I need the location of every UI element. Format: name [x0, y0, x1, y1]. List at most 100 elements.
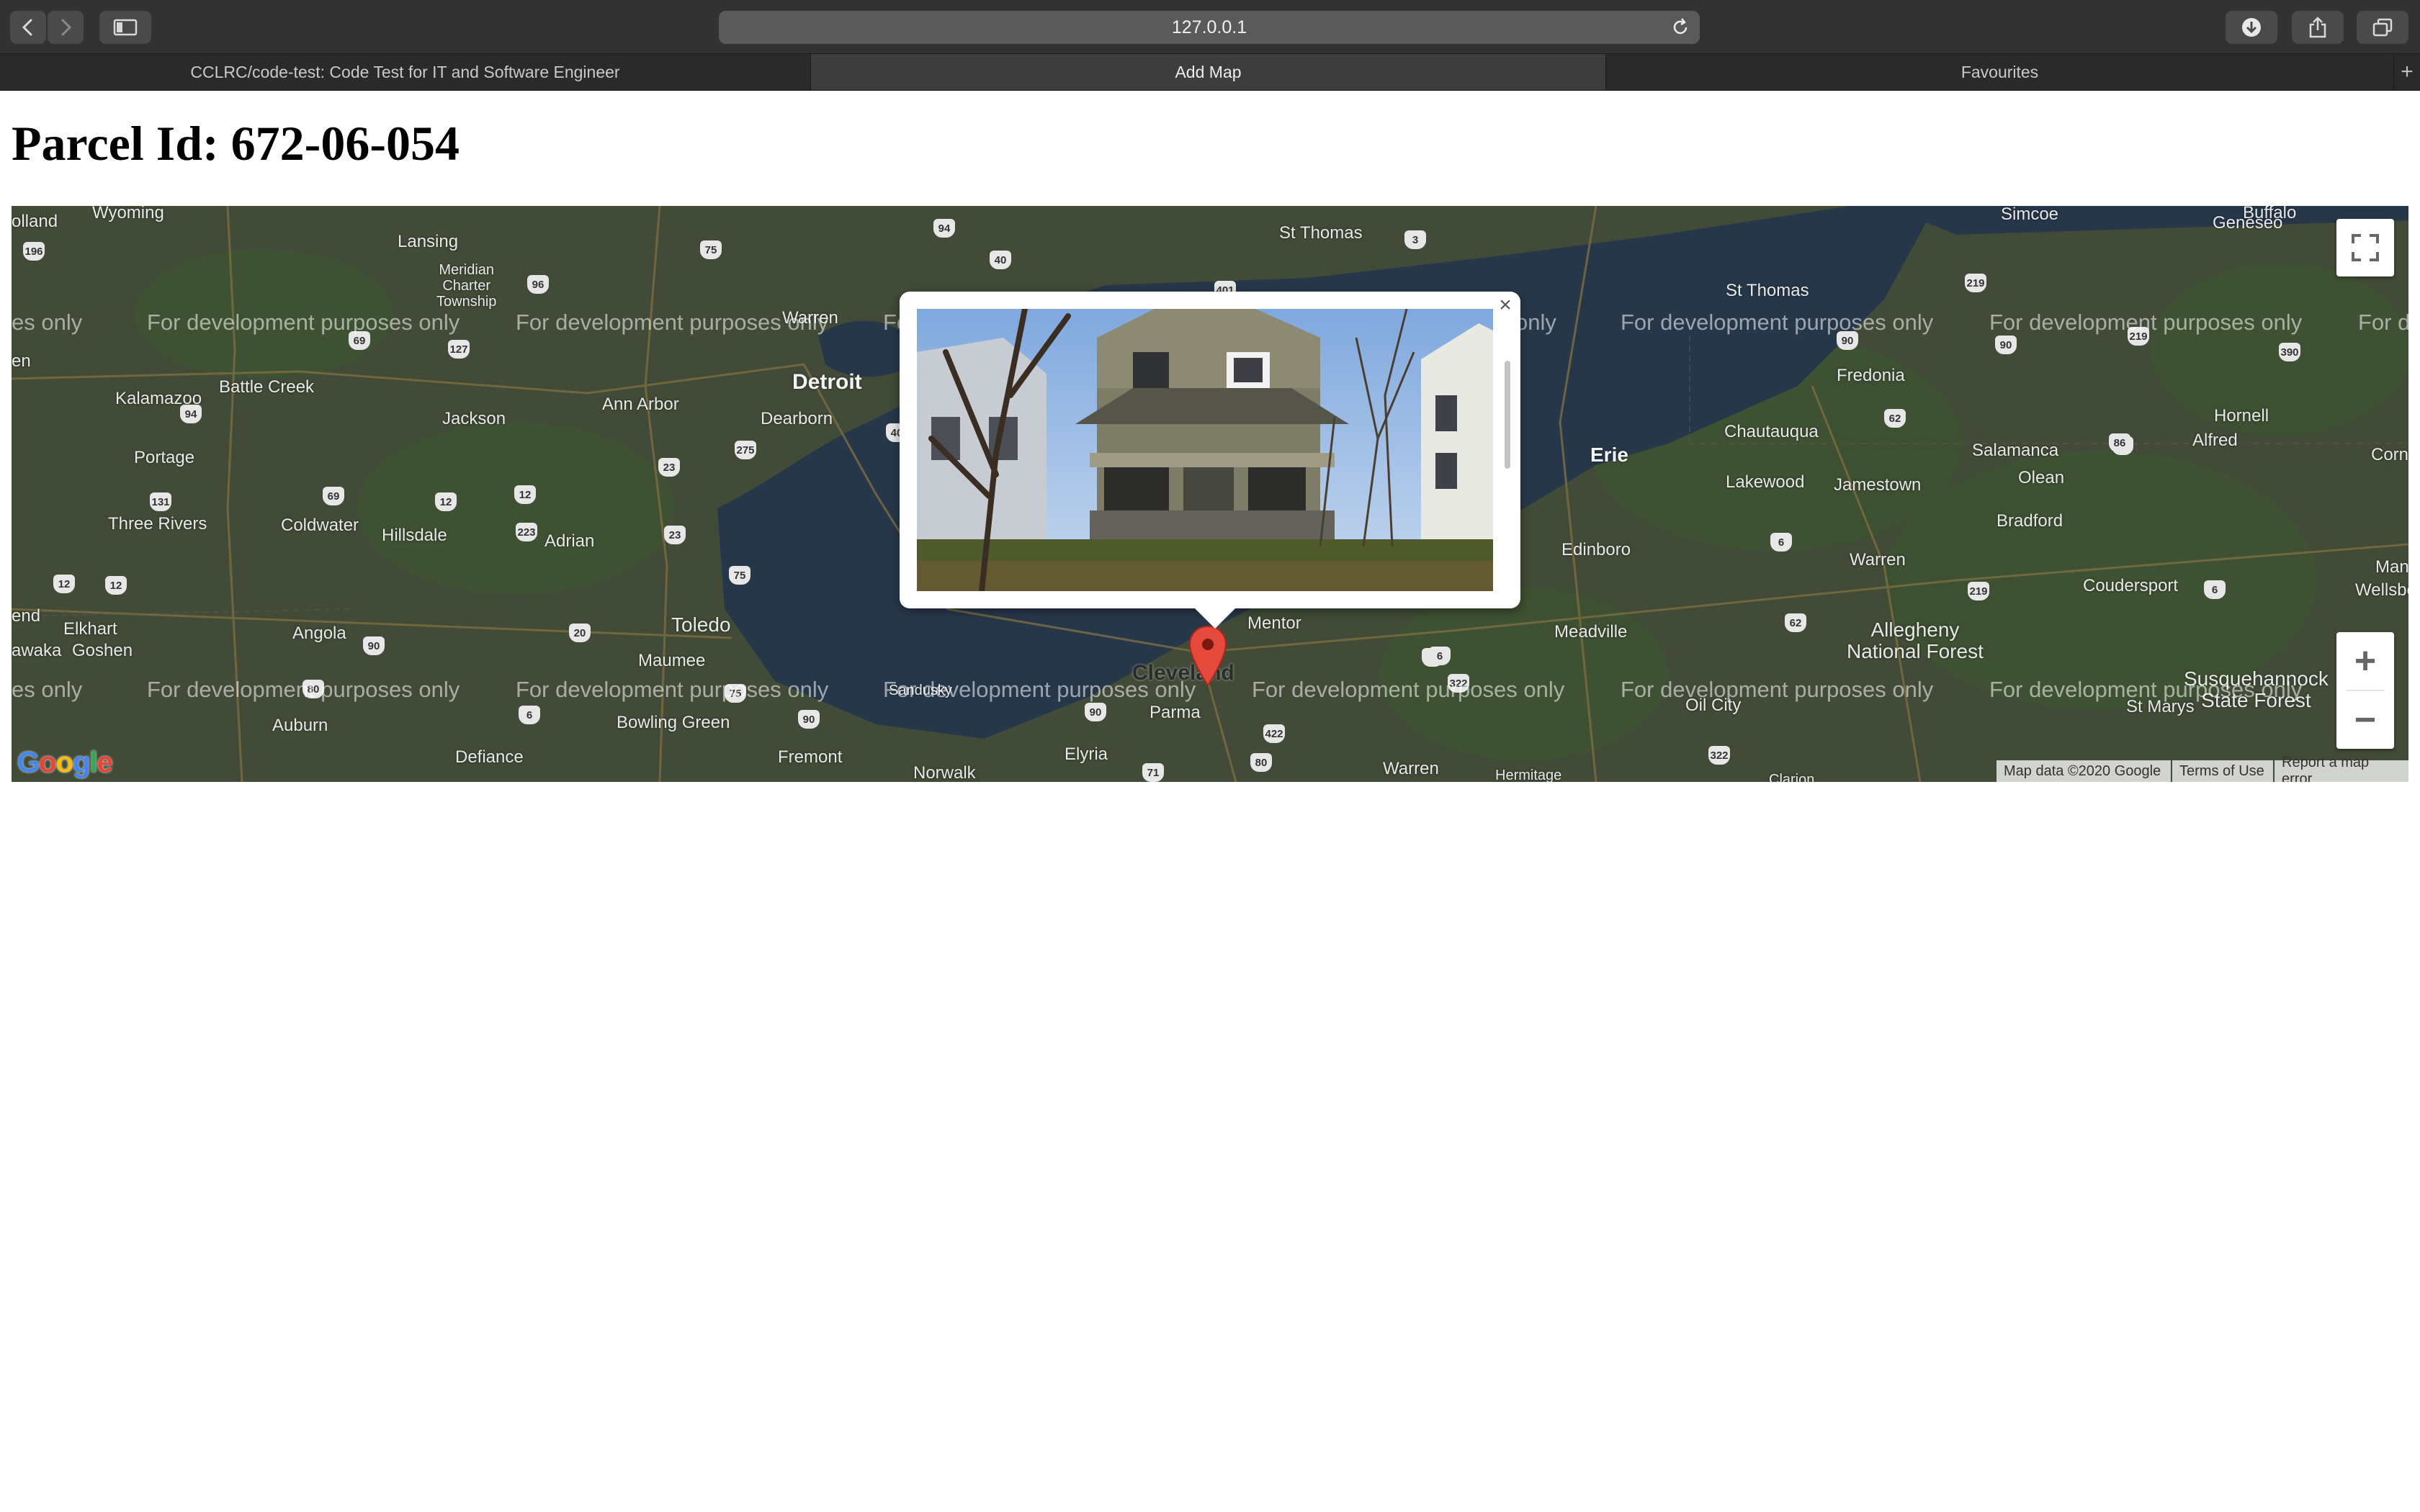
highway-shield: 219 [1968, 582, 1989, 600]
dev-watermark: For development purposes only [1621, 310, 1934, 335]
city-label: Defiance [455, 747, 524, 767]
map-pin-icon [1188, 625, 1227, 687]
terms-of-use-link[interactable]: Terms of Use [2172, 760, 2273, 782]
city-label: Toledo [671, 613, 731, 636]
chevron-left-icon [22, 19, 32, 36]
highway-shield: 20 [569, 624, 591, 642]
map-data-attribution: Map data ©2020 Google [1996, 760, 2171, 782]
highway-shield: 69 [323, 487, 344, 505]
city-label: olland [12, 212, 58, 231]
tab-overview-button[interactable] [2357, 11, 2408, 44]
city-label: St Thomas [1279, 223, 1363, 243]
tab-label: Favourites [1960, 62, 2039, 81]
tabs-icon [2372, 18, 2393, 37]
google-logo[interactable]: Google [17, 747, 113, 779]
back-button[interactable] [10, 11, 46, 44]
city-label: Dearborn [761, 409, 833, 428]
dev-watermark: For development purposes only [1989, 677, 2303, 702]
highway-shield: 75 [700, 240, 722, 259]
highway-shield: 6 [2204, 580, 2226, 599]
highway-shield: 322 [1708, 746, 1730, 765]
share-icon [2309, 17, 2326, 38]
map-marker[interactable] [1188, 625, 1227, 690]
house-photo-image [917, 309, 1493, 591]
report-map-error-link[interactable]: Report a map error [2275, 755, 2408, 782]
city-label: Coudersport [2083, 576, 2179, 595]
city-label: Hillsdale [382, 526, 447, 545]
dev-watermark: For development purposes only [147, 677, 460, 702]
dev-watermark: For development purposes only [516, 310, 829, 335]
forward-button[interactable] [48, 11, 84, 44]
city-label: Detroit [792, 370, 862, 394]
city-label: Mansfi [2375, 557, 2408, 577]
city-label: Chautauqua [1724, 422, 1819, 441]
share-button[interactable] [2292, 11, 2344, 44]
city-label: St Thomas [1726, 281, 1809, 300]
dev-watermark: For d [2358, 310, 2408, 335]
city-label: Elyria [1065, 744, 1108, 764]
city-label: Wellsboro [2355, 580, 2408, 600]
dev-watermark: es only [12, 310, 83, 335]
city-label: Norwalk [913, 763, 976, 782]
tab-bar: CCLRC/code-test: Code Test for IT and So… [0, 54, 2420, 91]
zoom-in-button[interactable]: + [2336, 632, 2394, 690]
city-label: Simcoe [2001, 206, 2059, 224]
city-label: Warren [1383, 759, 1439, 778]
tab-favourites[interactable]: Favourites [1606, 54, 2394, 90]
downloads-button[interactable] [2226, 11, 2277, 44]
sidebar-icon [113, 19, 138, 36]
dev-watermark: For development purposes only [1989, 310, 2303, 335]
new-tab-button[interactable]: + [2394, 54, 2420, 90]
map-container[interactable]: olland Wyoming Lansing Meridian Charter … [12, 206, 2408, 782]
city-label: Meridian Charter Township [436, 262, 497, 310]
highway-shield: 12 [435, 492, 457, 511]
address-bar[interactable]: 127.0.0.1 [719, 11, 1700, 44]
city-label: Maumee [638, 651, 706, 670]
popup-scrollbar[interactable] [1505, 361, 1510, 469]
fullscreen-icon [2352, 234, 2379, 261]
city-label: awaka [12, 641, 62, 660]
city-label: Olean [2018, 468, 2065, 487]
city-label: Fremont [778, 747, 843, 767]
highway-shield: 3 [1404, 230, 1426, 249]
highway-shield: 12 [105, 576, 127, 595]
reload-icon [1673, 18, 1688, 35]
sidebar-toggle-button[interactable] [99, 11, 151, 44]
page-title: Parcel Id: 672-06-054 [12, 116, 460, 171]
city-label: en [12, 351, 31, 371]
download-icon [2242, 18, 2261, 37]
city-label: Bradford [1996, 511, 2063, 531]
zoom-out-button[interactable]: − [2336, 691, 2394, 749]
highway-shield: 127 [448, 340, 470, 359]
dev-watermark: only [1515, 310, 1556, 335]
fullscreen-button[interactable] [2336, 219, 2394, 276]
city-label: end [12, 606, 41, 626]
highway-shield: 94 [933, 219, 955, 238]
highway-shield: 6 [1770, 533, 1792, 552]
address-url: 127.0.0.1 [1171, 17, 1247, 37]
highway-shield: 12 [514, 485, 536, 504]
highway-shield: 12 [53, 575, 75, 593]
close-button[interactable]: × [1494, 293, 1516, 317]
highway-shield: 90 [1995, 336, 2017, 354]
info-window-tail [1193, 607, 1237, 629]
highway-shield: 6 [519, 706, 540, 724]
city-label: Corni [2371, 445, 2408, 464]
highway-shield: 90 [363, 636, 385, 655]
tab-add-map[interactable]: Add Map [811, 54, 1606, 90]
highway-shield: 86 [2109, 433, 2130, 452]
city-label: Allegheny National Forest [1847, 618, 1984, 662]
highway-shield: 71 [1142, 763, 1164, 782]
highway-shield: 23 [658, 458, 680, 477]
highway-shield: 62 [1785, 613, 1806, 632]
dev-watermark: For development purposes only [1252, 677, 1565, 702]
tab-github[interactable]: CCLRC/code-test: Code Test for IT and So… [0, 54, 811, 90]
city-label: Meadville [1554, 622, 1628, 642]
city-label: Goshen [72, 641, 133, 660]
dev-watermark: For development purposes only [1621, 677, 1934, 702]
reload-button[interactable] [1670, 17, 1691, 43]
highway-shield: 422 [1263, 724, 1285, 743]
highway-shield: 96 [527, 275, 549, 294]
highway-shield: 90 [1085, 703, 1106, 721]
city-label: Geneseo [2213, 213, 2283, 233]
